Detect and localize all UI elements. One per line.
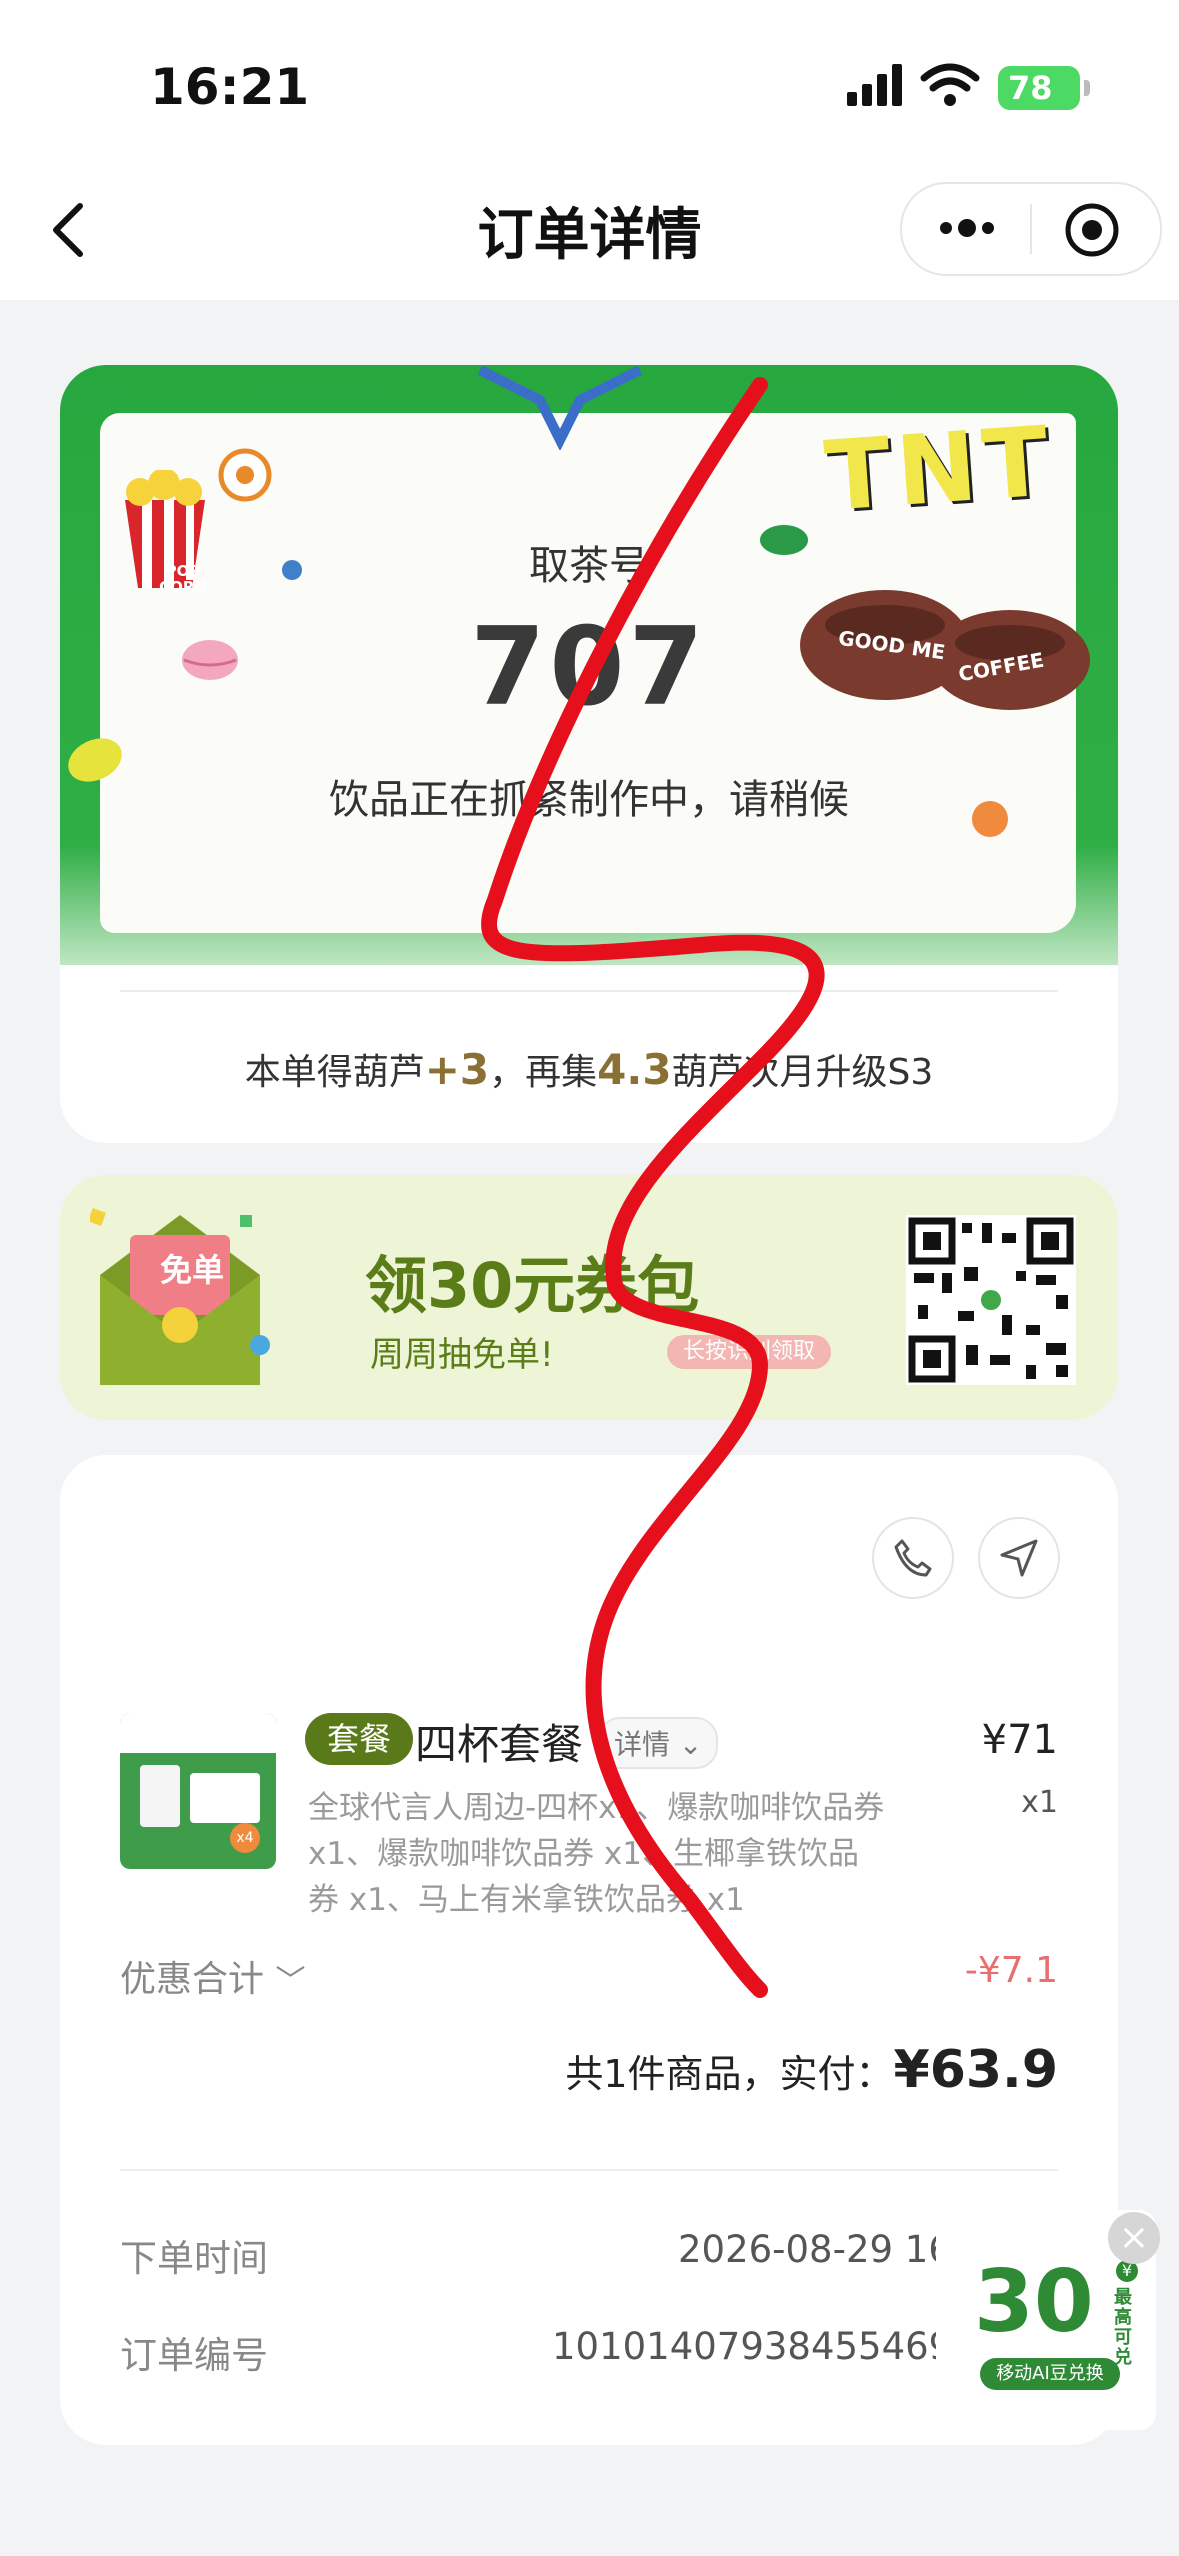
chevron-down-icon: ﹀ xyxy=(275,1964,306,1999)
discount-label: 优惠合计 xyxy=(120,1959,265,2000)
order-total: 共1件商品，实付：¥63.9 xyxy=(565,2040,1058,2100)
popcorn-kernel-icon xyxy=(218,448,272,502)
capsule-divider xyxy=(1030,204,1032,254)
product-price: ¥71 xyxy=(981,1717,1058,1763)
miniapp-capsule xyxy=(900,182,1162,276)
coupon-banner[interactable]: 免单 领30元券包 周周抽免单! 长按识别领取 xyxy=(60,1175,1118,1420)
navigation-arrow-icon xyxy=(1000,1539,1038,1577)
order-number-label: 订单编号 xyxy=(120,2334,268,2377)
coupon-subtitle: 周周抽免单! xyxy=(370,1335,554,1375)
promo-exchange-button[interactable]: 移动AI豆兑换 xyxy=(980,2358,1120,2390)
tea-number: 707 xyxy=(470,605,708,730)
reward-need: 4.3 xyxy=(597,1045,672,1094)
promo-side-text: 最高可兑 xyxy=(1114,2287,1132,2368)
qr-code[interactable] xyxy=(906,1215,1076,1385)
total-prefix: 共1件商品，实付： xyxy=(565,2052,894,2096)
total-amount: ¥63.9 xyxy=(893,2040,1058,2100)
reward-gain: +3 xyxy=(424,1045,490,1094)
tea-banner: POP CORN TNT GOOD ME COFFEE 取茶号 707 饮品正在… xyxy=(60,365,1118,965)
product-quantity: x1 xyxy=(1021,1785,1058,1820)
product-name: 四杯套餐 xyxy=(415,1720,584,1769)
order-time-value: 2026-08-29 16 xyxy=(678,2228,952,2271)
nav-bar: 订单详情 xyxy=(0,160,1179,300)
floating-promo-widget[interactable]: 30 ¥ 最高可兑 移动AI豆兑换 × xyxy=(936,2210,1160,2430)
phone-icon xyxy=(894,1539,932,1577)
status-bar: 16:21 78 xyxy=(0,0,1179,160)
battery-indicator: 78 xyxy=(998,66,1090,110)
tea-number-card: POP CORN TNT GOOD ME COFFEE 取茶号 707 饮品正在… xyxy=(60,365,1118,1143)
more-icon[interactable] xyxy=(936,208,998,248)
reward-mid: ，再集 xyxy=(489,1052,598,1093)
product-description: 全球代言人周边-四杯x1、爆款咖啡饮品券 x1、爆款咖啡饮品券 x1、生椰拿铁饮… xyxy=(308,1790,885,1918)
product-image-badge: x4 xyxy=(230,1823,260,1853)
detail-label: 详情 xyxy=(614,1728,671,1761)
tnt-logo: TNT xyxy=(821,405,1058,533)
divider xyxy=(120,2169,1058,2171)
order-time-label: 下单时间 xyxy=(120,2237,268,2280)
long-press-hint: 长按识别领取 xyxy=(667,1335,832,1369)
order-number-value[interactable]: 1010140793845546970 xyxy=(552,2325,999,2368)
reward-suffix: 葫芦次月升级S3 xyxy=(671,1052,934,1093)
combo-tag: 套餐 xyxy=(305,1713,414,1765)
envelope-illustration xyxy=(90,1208,270,1385)
wifi-icon xyxy=(920,63,980,106)
close-promo-icon[interactable]: × xyxy=(1108,2212,1160,2264)
envelope-label: 免单 xyxy=(160,1251,225,1289)
reward-prefix: 本单得葫芦 xyxy=(244,1052,425,1093)
promo-amount: 30 xyxy=(974,2252,1094,2352)
blue-star-shape xyxy=(477,365,643,450)
product-detail-link[interactable]: 详情 ⌄ xyxy=(598,1717,719,1769)
divider xyxy=(120,990,1058,992)
reward-line: 本单得葫芦+3，再集4.3葫芦次月升级S3 xyxy=(60,1043,1118,1095)
navigate-button[interactable] xyxy=(978,1517,1060,1599)
cellular-signal-icon xyxy=(847,64,902,106)
call-store-button[interactable] xyxy=(872,1517,954,1599)
clock: 16:21 xyxy=(150,58,310,116)
order-status-text: 饮品正在抓紧制作中，请稍候 xyxy=(329,777,849,823)
close-miniapp-icon[interactable] xyxy=(1064,202,1120,258)
discount-toggle[interactable]: 优惠合计 ﹀ xyxy=(120,1950,305,2002)
discount-value: -¥7.1 xyxy=(964,1950,1058,1991)
tea-number-label: 取茶号 xyxy=(529,543,649,589)
product-image[interactable]: x4 xyxy=(120,1713,276,1869)
chevron-down-icon: ⌄ xyxy=(678,1728,703,1761)
coupon-title: 领30元券包 xyxy=(365,1249,700,1322)
